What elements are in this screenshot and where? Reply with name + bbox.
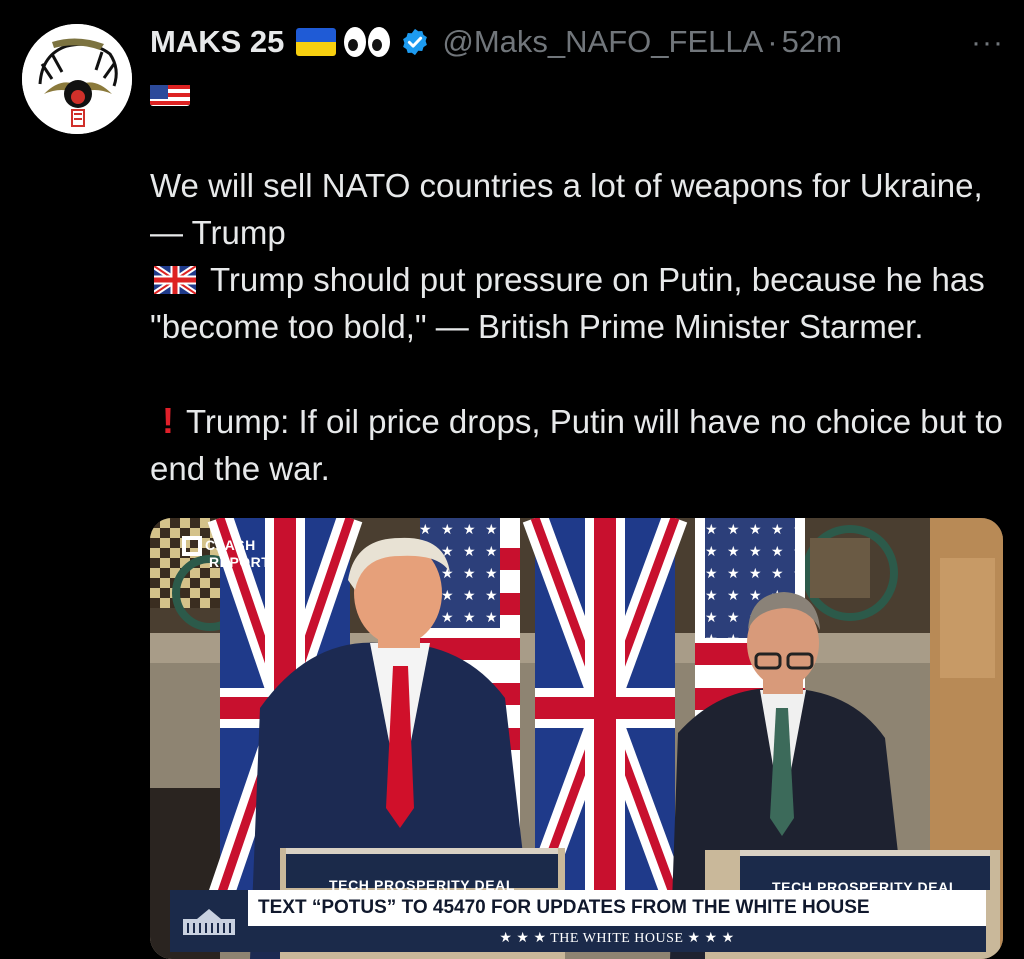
ukraine-flag-icon: [202, 78, 242, 106]
white-house-icon: [170, 890, 248, 952]
verified-badge-icon[interactable]: [400, 27, 430, 57]
uk-flag-icon: [152, 259, 198, 297]
display-name[interactable]: MAKS 25: [150, 24, 284, 60]
separator-dot: ·: [767, 24, 778, 59]
post-time[interactable]: 52m: [782, 24, 842, 60]
clash-report-logo-icon: [182, 536, 202, 556]
ukraine-flag-icon: [296, 28, 337, 56]
tweet[interactable]: MAKS 25 @Maks_NAFO_FELLA · 52m ··· We wi…: [0, 0, 1024, 959]
media-video[interactable]: ★: [150, 518, 1003, 959]
avatar-image: [22, 24, 132, 134]
us-flag-icon: [150, 78, 190, 106]
paragraph-1: [150, 68, 1010, 115]
more-options-icon[interactable]: ···: [971, 26, 1004, 60]
banner-text: TEXT “POTUS” TO 45470 FOR UPDATES FROM T…: [248, 890, 986, 926]
tweet-text: We will sell NATO countries a lot of wea…: [150, 68, 1010, 492]
tweet-header: MAKS 25 @Maks_NAFO_FELLA · 52m ···: [150, 20, 1004, 64]
avatar[interactable]: [22, 24, 132, 134]
eyes-icon: [344, 27, 391, 57]
paragraph-3: ! Trump: If oil price drops, Putin will h…: [150, 397, 1010, 492]
paragraph-1-text: We will sell NATO countries a lot of wea…: [150, 167, 983, 251]
podium-sign-right: TECH PROSPERITY DEAL: [740, 850, 990, 895]
red-exclamation-icon: !: [162, 400, 174, 441]
paragraph-2-text: Trump should put pressure on Putin, beca…: [150, 261, 985, 345]
lower-third-banner: TEXT “POTUS” TO 45470 FOR UPDATES FROM T…: [170, 890, 986, 952]
banner-subtitle: ★ ★ ★ THE WHITE HOUSE ★ ★ ★: [248, 926, 986, 952]
author-handle[interactable]: @Maks_NAFO_FELLA: [442, 24, 763, 60]
clash-report-watermark: CLASH REPORT: [182, 536, 270, 569]
paragraph-2: Trump should put pressure on Putin, beca…: [150, 256, 1010, 350]
paragraph-3-text: Trump: If oil price drops, Putin will ha…: [150, 403, 1003, 487]
podium-sign-left: TECH PROSPERITY DEAL: [286, 848, 558, 893]
